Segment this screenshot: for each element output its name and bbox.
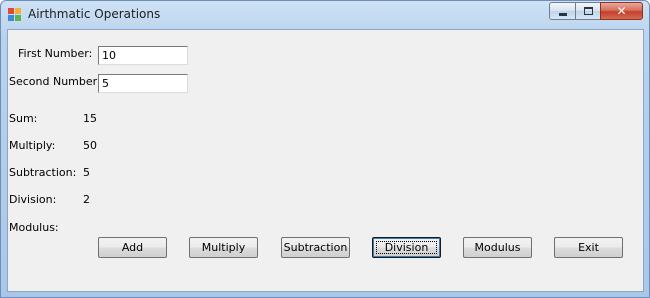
maximize-button[interactable] xyxy=(575,2,600,20)
first-number-label: First Number: xyxy=(18,47,93,60)
first-number-input[interactable] xyxy=(98,46,188,65)
multiply-button[interactable]: Multiply xyxy=(189,237,258,258)
division-value: 2 xyxy=(83,193,90,206)
modulus-label: Modulus: xyxy=(9,221,59,234)
title-bar[interactable]: Airthmatic Operations ✕ xyxy=(1,1,649,29)
sum-value: 15 xyxy=(83,112,97,125)
close-icon: ✕ xyxy=(616,4,627,18)
modulus-button[interactable]: Modulus xyxy=(463,237,532,258)
division-button[interactable]: Division xyxy=(372,237,441,258)
caption-buttons: ✕ xyxy=(549,2,643,20)
app-window-icon xyxy=(8,8,22,22)
multiply-value: 50 xyxy=(83,139,97,152)
sum-label: Sum: xyxy=(9,112,38,125)
minimize-button[interactable] xyxy=(549,2,575,20)
minimize-icon xyxy=(558,12,567,16)
maximize-icon xyxy=(583,7,593,15)
division-button-label: Division xyxy=(384,241,429,254)
second-number-input[interactable] xyxy=(98,74,188,93)
division-label: Division: xyxy=(9,193,57,206)
app-window: Airthmatic Operations ✕ First Number: Se… xyxy=(0,0,650,298)
subtraction-label: Subtraction: xyxy=(9,166,77,179)
close-button[interactable]: ✕ xyxy=(600,2,643,20)
multiply-label: Multiply: xyxy=(9,139,56,152)
add-button[interactable]: Add xyxy=(98,237,167,258)
second-number-label: Second Number: xyxy=(9,75,101,88)
subtraction-value: 5 xyxy=(83,166,90,179)
form-client-area: First Number: Second Number: Sum: 15 Mul… xyxy=(7,29,644,292)
exit-button[interactable]: Exit xyxy=(554,237,623,258)
window-title: Airthmatic Operations xyxy=(28,7,161,21)
subtraction-button[interactable]: Subtraction xyxy=(281,237,350,258)
